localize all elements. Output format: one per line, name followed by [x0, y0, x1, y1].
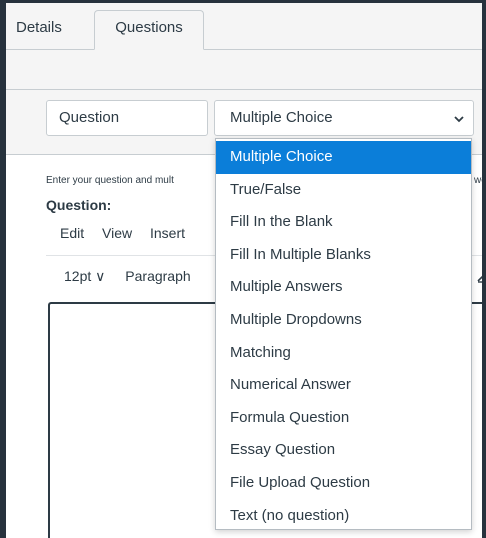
- block-format-select[interactable]: Paragraph: [125, 268, 190, 284]
- dropdown-option-multiple-dropdowns[interactable]: Multiple Dropdowns: [216, 304, 471, 337]
- editor-toolbar: 12pt ∨ Paragraph: [64, 268, 191, 285]
- instructions-text: Enter your question and mult: [46, 175, 174, 186]
- dropdown-option-fill-in-the-blank[interactable]: Fill In the Blank: [216, 206, 471, 239]
- font-size-value: 12pt: [64, 268, 92, 284]
- app-frame: Details Questions Question Multiple Choi…: [0, 0, 486, 538]
- question-type-dropdown: Multiple Choice True/False Fill In the Bla…: [215, 138, 472, 530]
- dropdown-option-multiple-answers[interactable]: Multiple Answers: [216, 271, 471, 304]
- font-size-select[interactable]: 12pt ∨: [64, 268, 105, 284]
- instructions-text-tail: we: [474, 175, 486, 186]
- tab-details[interactable]: Details: [16, 11, 62, 49]
- chevron-down-icon: ∨: [95, 268, 106, 284]
- menu-view[interactable]: View: [102, 225, 132, 241]
- question-label: Question:: [46, 197, 112, 213]
- dropdown-option-formula-question[interactable]: Formula Question: [216, 402, 471, 435]
- dropdown-option-numerical-answer[interactable]: Numerical Answer: [216, 369, 471, 402]
- dropdown-option-essay-question[interactable]: Essay Question: [216, 434, 471, 467]
- menu-insert[interactable]: Insert: [150, 225, 185, 241]
- menu-edit[interactable]: Edit: [60, 225, 84, 241]
- tab-questions[interactable]: Questions: [94, 10, 204, 50]
- editor-menubar: Edit View Insert: [60, 225, 199, 241]
- question-name-input[interactable]: Question: [46, 100, 208, 136]
- question-type-value: Multiple Choice: [230, 109, 333, 126]
- dropdown-option-true-false[interactable]: True/False: [216, 174, 471, 207]
- dropdown-option-multiple-choice[interactable]: Multiple Choice: [216, 141, 471, 174]
- tab-bar: Details Questions: [6, 3, 482, 50]
- dropdown-option-fill-in-multiple-blanks[interactable]: Fill In Multiple Blanks: [216, 239, 471, 272]
- dropdown-option-text-no-question[interactable]: Text (no question): [216, 500, 471, 533]
- question-type-select[interactable]: Multiple Choice: [214, 100, 474, 136]
- pencil-icon[interactable]: [476, 269, 486, 283]
- dropdown-option-matching[interactable]: Matching: [216, 337, 471, 370]
- dropdown-option-file-upload-question[interactable]: File Upload Question: [216, 467, 471, 500]
- chevron-down-icon: [454, 116, 464, 123]
